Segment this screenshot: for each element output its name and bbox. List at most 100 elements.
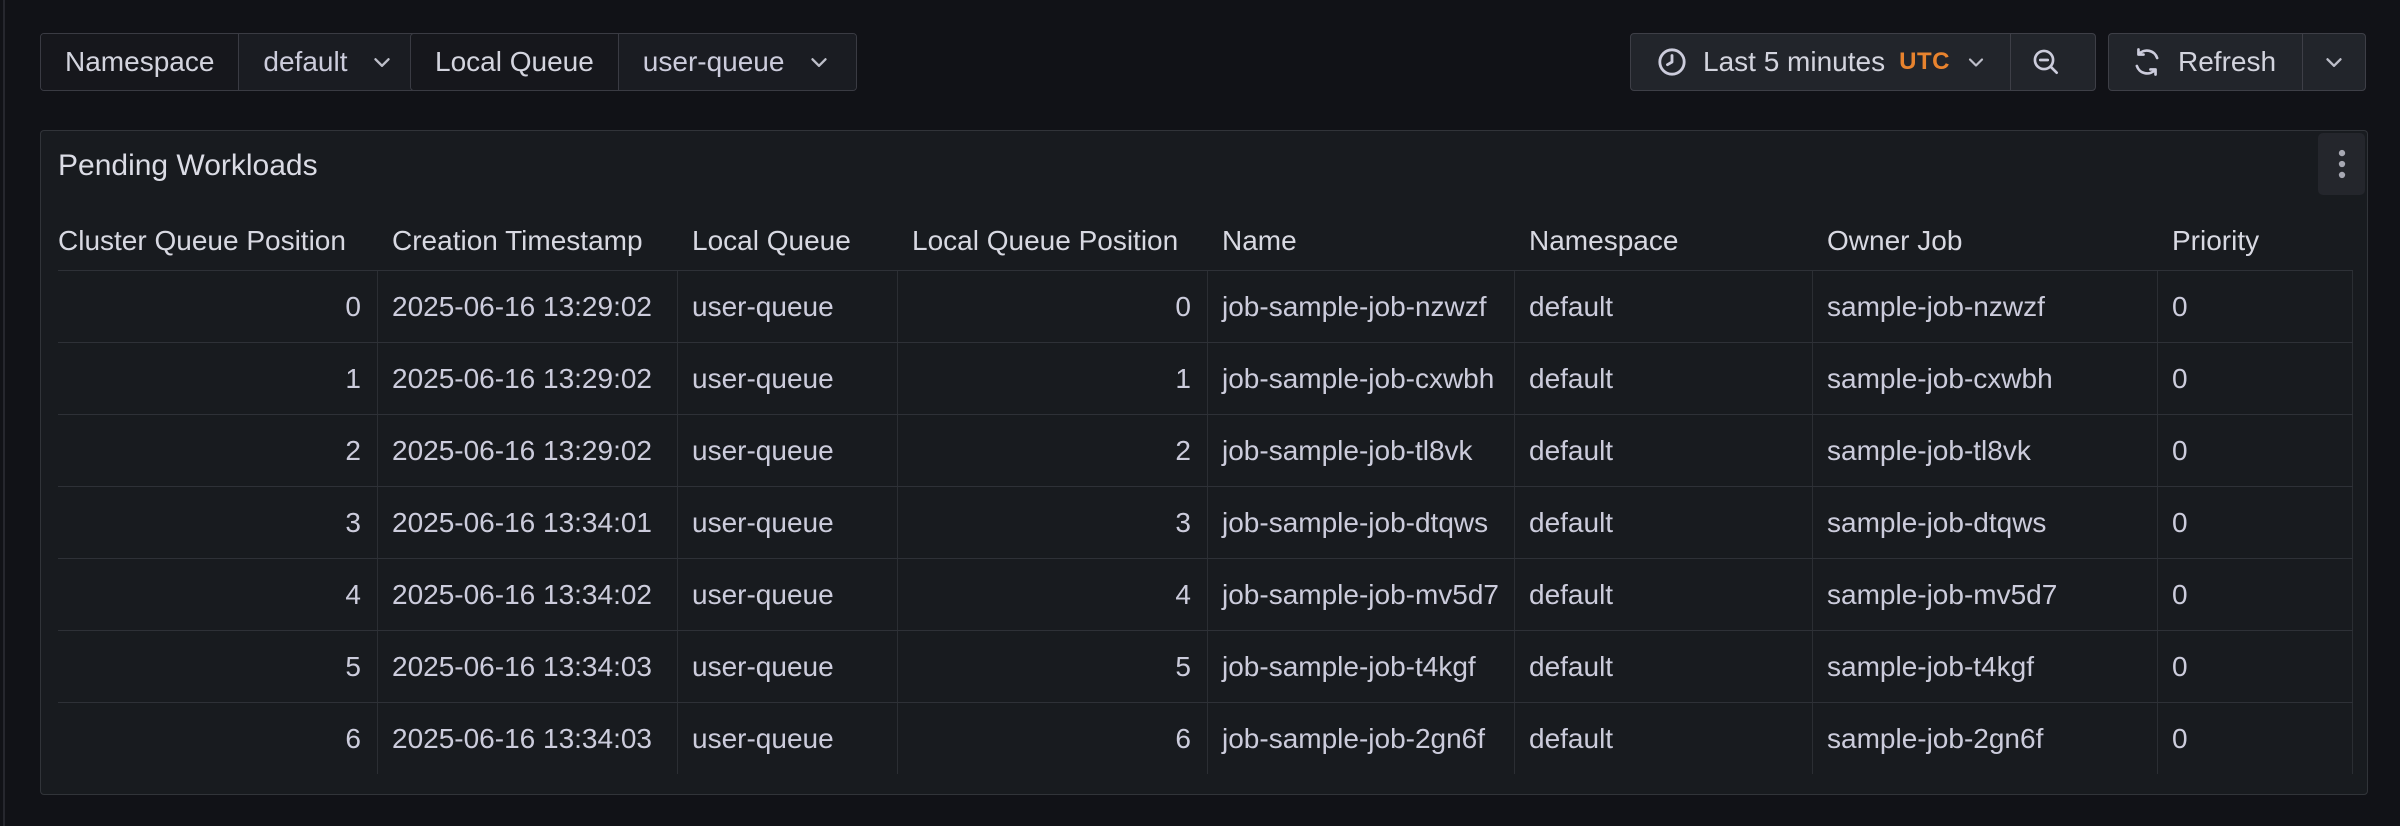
table-cell: 2025-06-16 13:29:02 <box>378 343 678 414</box>
table-cell: 1 <box>58 343 378 414</box>
table-cell: sample-job-2gn6f <box>1813 703 2158 774</box>
table-cell: 5 <box>898 631 1208 702</box>
table-header-cell[interactable]: Creation Timestamp <box>378 211 678 270</box>
clock-icon <box>1655 45 1689 79</box>
chevron-down-icon <box>1964 50 1988 74</box>
table-cell: default <box>1515 271 1813 342</box>
table-cell: default <box>1515 631 1813 702</box>
table-cell: 0 <box>2158 703 2353 774</box>
table-row: 52025-06-16 13:34:03user-queue5job-sampl… <box>58 630 2353 702</box>
panel-menu-button[interactable] <box>2318 133 2365 195</box>
table-header-cell[interactable]: Namespace <box>1515 211 1813 270</box>
grafana-dashboard: { "colors": { "page_background": "#11121… <box>0 0 2400 826</box>
table-cell: 2025-06-16 13:34:01 <box>378 487 678 558</box>
dashboard-left-edge-divider <box>3 0 5 826</box>
table-cell: sample-job-mv5d7 <box>1813 559 2158 630</box>
table-cell: user-queue <box>678 415 898 486</box>
pending-workloads-panel: Pending Workloads Cluster Queue Position… <box>40 130 2368 795</box>
table-cell: 0 <box>898 271 1208 342</box>
table-cell: 1 <box>898 343 1208 414</box>
table-cell: user-queue <box>678 559 898 630</box>
table-cell: job-sample-job-dtqws <box>1208 487 1515 558</box>
table-cell: user-queue <box>678 703 898 774</box>
table-cell: 2025-06-16 13:34:03 <box>378 631 678 702</box>
table-header-cell[interactable]: Cluster Queue Position <box>58 211 378 270</box>
table-row: 32025-06-16 13:34:01user-queue3job-sampl… <box>58 486 2353 558</box>
table-cell: default <box>1515 703 1813 774</box>
local-queue-variable-label: Local Queue <box>411 34 619 90</box>
namespace-variable-select[interactable]: default <box>239 34 419 90</box>
table-cell: 2 <box>898 415 1208 486</box>
table-cell: user-queue <box>678 271 898 342</box>
table-header-cell[interactable]: Local Queue Position <box>898 211 1208 270</box>
table-cell: 6 <box>58 703 378 774</box>
local-queue-variable-value: user-queue <box>643 46 785 78</box>
time-range-picker[interactable]: Last 5 minutes UTC <box>1631 34 2010 90</box>
table-cell: default <box>1515 559 1813 630</box>
table-cell: 2025-06-16 13:34:03 <box>378 703 678 774</box>
table-row: 22025-06-16 13:29:02user-queue2job-sampl… <box>58 414 2353 486</box>
table-cell: job-sample-job-tl8vk <box>1208 415 1515 486</box>
chevron-down-icon <box>369 49 395 75</box>
table-body: 02025-06-16 13:29:02user-queue0job-sampl… <box>58 270 2353 774</box>
table-cell: 2025-06-16 13:29:02 <box>378 415 678 486</box>
table-cell: 3 <box>58 487 378 558</box>
table-cell: default <box>1515 487 1813 558</box>
table-cell: 2025-06-16 13:29:02 <box>378 271 678 342</box>
table-cell: default <box>1515 343 1813 414</box>
table-cell: 4 <box>898 559 1208 630</box>
table-cell: 0 <box>2158 631 2353 702</box>
table-cell: user-queue <box>678 343 898 414</box>
refresh-icon <box>2131 46 2163 78</box>
table-cell: 3 <box>898 487 1208 558</box>
table-cell: 0 <box>2158 271 2353 342</box>
table-row: 02025-06-16 13:29:02user-queue0job-sampl… <box>58 270 2353 342</box>
time-controls-group: Last 5 minutes UTC <box>1630 33 2096 91</box>
namespace-variable-label: Namespace <box>41 34 239 90</box>
namespace-variable: Namespace default <box>40 33 420 91</box>
table-cell: sample-job-t4kgf <box>1813 631 2158 702</box>
refresh-button[interactable]: Refresh <box>2109 34 2302 90</box>
magnifier-minus-icon <box>2030 46 2062 78</box>
timezone-label: UTC <box>1899 48 1950 76</box>
table-cell: sample-job-tl8vk <box>1813 415 2158 486</box>
table-cell: sample-job-cxwbh <box>1813 343 2158 414</box>
table-cell: user-queue <box>678 631 898 702</box>
table-cell: 0 <box>58 271 378 342</box>
refresh-group: Refresh <box>2108 33 2366 91</box>
table-cell: job-sample-job-cxwbh <box>1208 343 1515 414</box>
table-cell: sample-job-nzwzf <box>1813 271 2158 342</box>
table-cell: default <box>1515 415 1813 486</box>
time-zoom-out-button[interactable] <box>2010 34 2082 90</box>
table-cell: 5 <box>58 631 378 702</box>
table-header-cell[interactable]: Local Queue <box>678 211 898 270</box>
namespace-variable-value: default <box>263 46 347 78</box>
chevron-down-icon <box>806 49 832 75</box>
table-cell: 2 <box>58 415 378 486</box>
table-row: 62025-06-16 13:34:03user-queue6job-sampl… <box>58 702 2353 774</box>
refresh-interval-dropdown[interactable] <box>2302 34 2365 90</box>
table-header-row: Cluster Queue PositionCreation Timestamp… <box>58 211 2353 270</box>
table-cell: 6 <box>898 703 1208 774</box>
table-cell: job-sample-job-2gn6f <box>1208 703 1515 774</box>
table-cell: sample-job-dtqws <box>1813 487 2158 558</box>
table-cell: 4 <box>58 559 378 630</box>
panel-title[interactable]: Pending Workloads <box>58 149 318 183</box>
table-cell: 0 <box>2158 487 2353 558</box>
table-cell: job-sample-job-t4kgf <box>1208 631 1515 702</box>
table-cell: 0 <box>2158 415 2353 486</box>
local-queue-variable-select[interactable]: user-queue <box>619 34 857 90</box>
table-header-cell[interactable]: Name <box>1208 211 1515 270</box>
table-cell: job-sample-job-nzwzf <box>1208 271 1515 342</box>
kebab-icon <box>2327 147 2357 181</box>
table-cell: user-queue <box>678 487 898 558</box>
table-header-cell[interactable]: Priority <box>2158 211 2353 270</box>
table-cell: job-sample-job-mv5d7 <box>1208 559 1515 630</box>
table-row: 12025-06-16 13:29:02user-queue1job-sampl… <box>58 342 2353 414</box>
time-range-label: Last 5 minutes <box>1703 46 1885 78</box>
refresh-label: Refresh <box>2178 46 2276 78</box>
pending-workloads-table: Cluster Queue PositionCreation Timestamp… <box>58 211 2353 774</box>
chevron-down-icon <box>2321 49 2347 75</box>
table-cell: 0 <box>2158 343 2353 414</box>
table-header-cell[interactable]: Owner Job <box>1813 211 2158 270</box>
